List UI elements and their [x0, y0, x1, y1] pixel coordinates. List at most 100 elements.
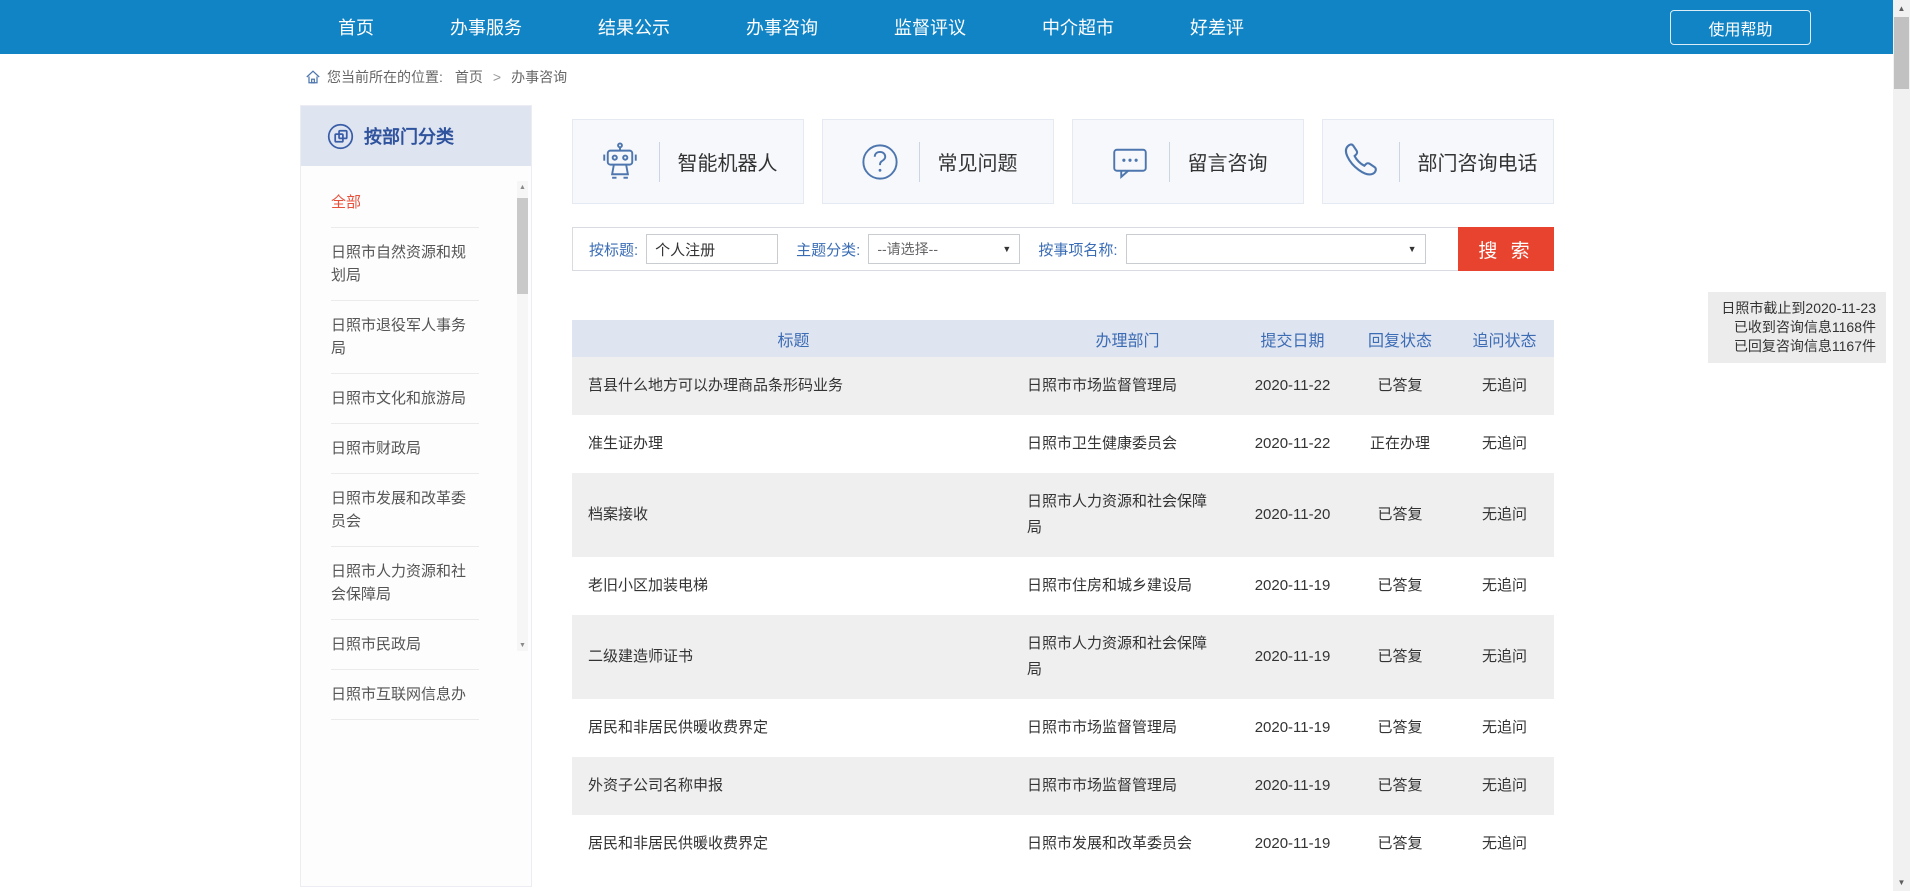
sidebar-scrollbar[interactable]: ▲ ▼: [517, 181, 528, 651]
page-scroll-down-icon[interactable]: ▼: [1893, 874, 1910, 891]
category-select[interactable]: --请选择-- ▼: [868, 234, 1020, 264]
table-row[interactable]: 老旧小区加装电梯 日照市住房和城乡建设局 2020-11-19 已答复 无追问: [572, 557, 1554, 615]
search-button[interactable]: 搜 索: [1458, 227, 1554, 271]
column-header-title: 标题: [572, 327, 1015, 351]
item-name-label: 按事项名称:: [1038, 239, 1117, 260]
cell-title[interactable]: 外资子公司名称申报: [572, 757, 1015, 815]
table-row[interactable]: 居民和非居民供暖收费界定 日照市市场监督管理局 2020-11-19 已答复 无…: [572, 699, 1554, 757]
nav-item[interactable]: 结果公示: [560, 14, 708, 40]
divider: [1399, 142, 1400, 182]
cell-date: 2020-11-19: [1240, 628, 1345, 686]
sidebar-scroll-thumb[interactable]: [517, 198, 528, 294]
table-row[interactable]: 二级建造师证书 日照市人力资源和社会保障局 2020-11-19 已答复 无追问: [572, 615, 1554, 699]
department-item[interactable]: 日照市退役军人事务局: [331, 301, 479, 374]
table-header: 标题 办理部门 提交日期 回复状态 追问状态: [572, 320, 1554, 357]
cell-reply-status: 已答复: [1345, 557, 1455, 615]
cell-reply-status: 已答复: [1345, 699, 1455, 757]
search-bar: 按标题: 个人注册 主题分类: --请选择-- ▼ 按事项名称: ▼ 搜 索: [572, 227, 1554, 271]
department-item[interactable]: 日照市财政局: [331, 424, 479, 474]
table-row[interactable]: 莒县什么地方可以办理商品条形码业务 日照市市场监督管理局 2020-11-22 …: [572, 357, 1554, 415]
quick-link-message[interactable]: 留言咨询: [1072, 119, 1304, 204]
home-icon: [305, 69, 321, 85]
cell-title[interactable]: 二级建造师证书: [572, 628, 1015, 686]
nav-menu: 首页办事服务结果公示办事咨询监督评议中介超市好差评: [300, 14, 1282, 40]
quick-link-robot[interactable]: 智能机器人: [572, 119, 804, 204]
table-row[interactable]: 准生证办理 日照市卫生健康委员会 2020-11-22 正在办理 无追问: [572, 415, 1554, 473]
department-sidebar: 按部门分类 全部日照市自然资源和规划局日照市退役军人事务局日照市文化和旅游局日照…: [300, 105, 532, 887]
column-header-department: 办理部门: [1015, 327, 1240, 351]
cell-department: 日照市市场监督管理局: [1015, 699, 1240, 757]
breadcrumb-current[interactable]: 办事咨询: [511, 67, 567, 87]
phone-icon: [1339, 141, 1381, 183]
cell-followup-status: 无追问: [1455, 557, 1554, 615]
breadcrumb: 您当前所在的位置: 首页 > 办事咨询: [305, 67, 567, 87]
stats-line: 已收到咨询信息1168件: [1718, 318, 1876, 337]
quick-link-label: 智能机器人: [678, 147, 778, 176]
cell-date: 2020-11-19: [1240, 699, 1345, 757]
quick-link-label: 常见问题: [938, 147, 1018, 176]
quick-link-faq[interactable]: 常见问题: [822, 119, 1054, 204]
message-icon: [1109, 141, 1151, 183]
nav-item[interactable]: 首页: [300, 14, 412, 40]
cell-reply-status: 已答复: [1345, 815, 1455, 873]
cell-department: 日照市发展和改革委员会: [1015, 815, 1240, 873]
nav-item[interactable]: 办事服务: [412, 14, 560, 40]
cell-title[interactable]: 老旧小区加装电梯: [572, 557, 1015, 615]
department-item[interactable]: 日照市文化和旅游局: [331, 374, 479, 424]
quick-link-phone[interactable]: 部门咨询电话: [1322, 119, 1554, 204]
department-item[interactable]: 日照市互联网信息办: [331, 670, 479, 720]
cell-title[interactable]: 居民和非居民供暖收费界定: [572, 815, 1015, 873]
cell-reply-status: 已答复: [1345, 628, 1455, 686]
cell-title[interactable]: 居民和非居民供暖收费界定: [572, 699, 1015, 757]
nav-item[interactable]: 好差评: [1152, 14, 1282, 40]
department-list: 全部日照市自然资源和规划局日照市退役军人事务局日照市文化和旅游局日照市财政局日照…: [301, 166, 531, 720]
top-nav: 首页办事服务结果公示办事咨询监督评议中介超市好差评 使用帮助: [0, 0, 1910, 54]
cell-department: 日照市市场监督管理局: [1015, 357, 1240, 415]
nav-item[interactable]: 监督评议: [856, 14, 1004, 40]
page-scrollbar[interactable]: ▲ ▼: [1893, 0, 1910, 891]
column-header-reply-status: 回复状态: [1345, 327, 1455, 351]
title-search-input[interactable]: 个人注册: [646, 234, 778, 264]
robot-icon: [599, 141, 641, 183]
cell-title[interactable]: 准生证办理: [572, 415, 1015, 473]
table-row[interactable]: 外资子公司名称申报 日照市市场监督管理局 2020-11-19 已答复 无追问: [572, 757, 1554, 815]
cell-followup-status: 无追问: [1455, 415, 1554, 473]
cell-followup-status: 无追问: [1455, 628, 1554, 686]
cell-department: 日照市卫生健康委员会: [1015, 415, 1240, 473]
cell-date: 2020-11-19: [1240, 557, 1345, 615]
department-item[interactable]: 日照市自然资源和规划局: [331, 228, 479, 301]
department-item[interactable]: 全部: [331, 178, 479, 228]
table-row[interactable]: 档案接收 日照市人力资源和社会保障局 2020-11-20 已答复 无追问: [572, 473, 1554, 557]
page-scroll-up-icon[interactable]: ▲: [1893, 0, 1910, 17]
cell-date: 2020-11-19: [1240, 815, 1345, 873]
cell-title[interactable]: 档案接收: [572, 486, 1015, 544]
column-header-date: 提交日期: [1240, 327, 1345, 351]
stats-box: 日照市截止到2020-11-23已收到咨询信息1168件已回复咨询信息1167件: [1708, 292, 1886, 363]
table-row[interactable]: 居民和非居民供暖收费界定 日照市发展和改革委员会 2020-11-19 已答复 …: [572, 815, 1554, 873]
stats-line: 日照市截止到2020-11-23: [1718, 299, 1876, 318]
nav-item[interactable]: 中介超市: [1004, 14, 1152, 40]
department-item[interactable]: 日照市人力资源和社会保障局: [331, 547, 479, 620]
cell-reply-status: 已答复: [1345, 486, 1455, 544]
dropdown-arrow-icon: ▼: [1002, 244, 1011, 254]
cell-title[interactable]: 莒县什么地方可以办理商品条形码业务: [572, 357, 1015, 415]
question-icon: [859, 141, 901, 183]
department-item[interactable]: 日照市民政局: [331, 620, 479, 670]
page-scroll-thumb[interactable]: [1894, 17, 1909, 89]
scroll-up-icon[interactable]: ▲: [517, 181, 528, 193]
cell-date: 2020-11-19: [1240, 757, 1345, 815]
cell-reply-status: 正在办理: [1345, 415, 1455, 473]
nav-item[interactable]: 办事咨询: [708, 14, 856, 40]
sidebar-title: 按部门分类: [364, 123, 454, 149]
scroll-down-icon[interactable]: ▼: [517, 639, 528, 651]
quick-link-label: 部门咨询电话: [1418, 147, 1538, 176]
cell-reply-status: 已答复: [1345, 757, 1455, 815]
cell-followup-status: 无追问: [1455, 815, 1554, 873]
help-button[interactable]: 使用帮助: [1670, 10, 1811, 45]
breadcrumb-home-link[interactable]: 首页: [455, 67, 483, 87]
divider: [659, 142, 660, 182]
department-item[interactable]: 日照市发展和改革委员会: [331, 474, 479, 547]
divider: [919, 142, 920, 182]
cell-followup-status: 无追问: [1455, 357, 1554, 415]
item-name-select[interactable]: ▼: [1126, 234, 1426, 264]
